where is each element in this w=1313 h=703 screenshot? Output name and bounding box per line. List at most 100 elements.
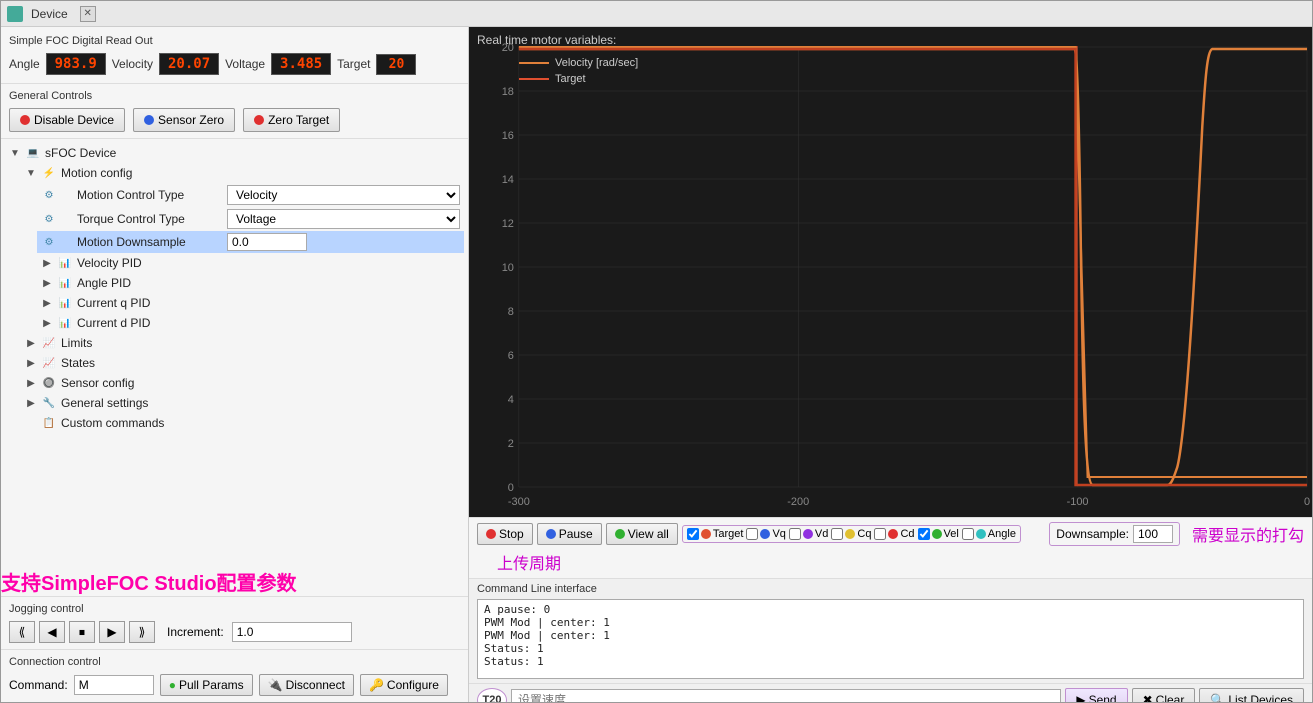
view-all-button[interactable]: View all bbox=[606, 523, 678, 545]
configure-button[interactable]: 🔑 Configure bbox=[360, 674, 448, 696]
states-label: States bbox=[61, 356, 95, 370]
cb-target-item[interactable]: Target bbox=[687, 528, 744, 540]
svg-text:6: 6 bbox=[508, 350, 514, 362]
target-checkbox[interactable] bbox=[687, 528, 699, 540]
left-panel: Simple FOC Digital Read Out Angle 983.9 … bbox=[1, 27, 469, 702]
clear-button[interactable]: ✖ Clear bbox=[1132, 688, 1196, 702]
disable-icon bbox=[20, 115, 30, 125]
torque-control-type-row: ⚙ Torque Control Type Voltage DC Current… bbox=[37, 207, 464, 231]
tree-item-current-d-pid[interactable]: ▶ 📊 Current d PID bbox=[37, 313, 464, 333]
disable-device-button[interactable]: Disable Device bbox=[9, 108, 125, 132]
zero-target-button[interactable]: Zero Target bbox=[243, 108, 340, 132]
vd-checkbox[interactable] bbox=[789, 528, 801, 540]
tree-item-velocity-pid[interactable]: ▶ 📊 Velocity PID bbox=[37, 253, 464, 273]
svg-text:16: 16 bbox=[502, 130, 514, 142]
checkbox-group: Target Vq Vd Cq bbox=[682, 525, 1021, 543]
expand-general-icon: ▶ bbox=[25, 397, 37, 409]
close-button[interactable]: ✕ bbox=[80, 6, 96, 22]
motion-downsample-value-container[interactable]: 0.0 bbox=[227, 233, 460, 251]
states-icon: 📈 bbox=[41, 355, 57, 371]
stop-icon bbox=[486, 529, 496, 539]
tree-view: ▼ 💻 sFOC Device ▼ ⚡ Motion config bbox=[1, 139, 468, 556]
view-all-label: View all bbox=[628, 527, 669, 541]
pause-button[interactable]: Pause bbox=[537, 523, 602, 545]
cb-cd-item[interactable]: Cd bbox=[874, 528, 914, 540]
cd-checkbox[interactable] bbox=[874, 528, 886, 540]
downsample-label: Downsample: bbox=[1056, 527, 1129, 541]
torque-control-value[interactable]: Voltage DC Current FOC Current bbox=[227, 209, 460, 229]
vel-checkbox[interactable] bbox=[918, 528, 930, 540]
svg-text:0: 0 bbox=[1304, 496, 1310, 508]
chart-controls: Stop Pause View all Target bbox=[469, 517, 1312, 579]
clear-label: Clear bbox=[1156, 693, 1185, 702]
motion-downsample-input[interactable]: 0.0 bbox=[227, 233, 307, 251]
tree-item-sensor-config[interactable]: ▶ 🔘 Sensor config bbox=[21, 373, 464, 393]
vd-checkbox-label[interactable]: Vd bbox=[815, 528, 828, 540]
window-title: Device bbox=[31, 7, 68, 21]
angle-checkbox-label[interactable]: Angle bbox=[988, 528, 1016, 540]
jog-stop-button[interactable]: ⏹ bbox=[69, 621, 95, 643]
sensor-config-label: Sensor config bbox=[61, 376, 134, 390]
pull-params-button[interactable]: ● Pull Params bbox=[160, 674, 253, 696]
command-input[interactable] bbox=[74, 675, 154, 695]
jog-next-button[interactable]: ▶ bbox=[99, 621, 125, 643]
voltage-value: 3.485 bbox=[271, 53, 331, 75]
angle-checkbox[interactable] bbox=[962, 528, 974, 540]
torque-control-select[interactable]: Voltage DC Current FOC Current bbox=[227, 209, 460, 229]
downsample-input[interactable]: 100 bbox=[1133, 525, 1173, 543]
vel-checkbox-label[interactable]: Vel bbox=[944, 528, 959, 540]
right-panel: Real time motor variables: Velocity [rad… bbox=[469, 27, 1312, 702]
vq-checkbox-label[interactable]: Vq bbox=[772, 528, 785, 540]
current-d-pid-icon: 📊 bbox=[57, 315, 73, 331]
cq-checkbox-label[interactable]: Cq bbox=[857, 528, 871, 540]
tree-item-general-settings[interactable]: ▶ 🔧 General settings bbox=[21, 393, 464, 413]
cb-angle-item[interactable]: Angle bbox=[962, 528, 1016, 540]
tree-item-sfoc-device[interactable]: ▼ 💻 sFOC Device bbox=[5, 143, 464, 163]
vq-checkbox[interactable] bbox=[746, 528, 758, 540]
motion-control-type-select[interactable]: Velocity Angle Torque bbox=[227, 185, 460, 205]
disconnect-icon: 🔌 bbox=[268, 678, 283, 692]
target-checkbox-label[interactable]: Target bbox=[713, 528, 744, 540]
expand-sensor-icon: ▶ bbox=[25, 377, 37, 389]
expand-current-q-icon: ▶ bbox=[41, 297, 53, 309]
tree-item-custom-commands[interactable]: ▶ 📋 Custom commands bbox=[21, 413, 464, 433]
cd-checkbox-label[interactable]: Cd bbox=[900, 528, 914, 540]
controls-buttons: Disable Device Sensor Zero Zero Target bbox=[9, 108, 460, 132]
cli-section: Command Line interface A pause: 0 PWM Mo… bbox=[469, 579, 1312, 683]
list-devices-button[interactable]: 🔍 List Devices bbox=[1199, 688, 1304, 702]
cb-vd-item[interactable]: Vd bbox=[789, 528, 828, 540]
tree-item-current-q-pid[interactable]: ▶ 📊 Current q PID bbox=[37, 293, 464, 313]
connection-row: Command: ● Pull Params 🔌 Disconnect 🔑 Co… bbox=[9, 674, 460, 696]
cb-vq-item[interactable]: Vq bbox=[746, 528, 785, 540]
cli-line-1: A pause: 0 bbox=[484, 603, 1297, 616]
jogging-section: Jogging control ⟪ ◀ ⏹ ▶ ⟫ Increment: 1.0 bbox=[1, 596, 468, 649]
tree-item-states[interactable]: ▶ 📈 States bbox=[21, 353, 464, 373]
sensor-zero-button[interactable]: Sensor Zero bbox=[133, 108, 235, 132]
tree-item-angle-pid[interactable]: ▶ 📊 Angle PID bbox=[37, 273, 464, 293]
svg-text:4: 4 bbox=[508, 394, 514, 406]
cli-line-5: Status: 1 bbox=[484, 655, 1297, 668]
cb-vel-item[interactable]: Vel bbox=[918, 528, 959, 540]
cli-output[interactable]: A pause: 0 PWM Mod | center: 1 PWM Mod |… bbox=[477, 599, 1304, 679]
clear-icon: ✖ bbox=[1143, 693, 1153, 702]
stop-button[interactable]: Stop bbox=[477, 523, 533, 545]
tree-item-motion-config[interactable]: ▼ ⚡ Motion config bbox=[21, 163, 464, 183]
expand-velocity-icon: ▶ bbox=[41, 257, 53, 269]
cq-checkbox[interactable] bbox=[831, 528, 843, 540]
disable-label: Disable Device bbox=[34, 113, 114, 127]
downsample-group: Downsample: 100 bbox=[1049, 522, 1180, 546]
motion-control-type-value[interactable]: Velocity Angle Torque bbox=[227, 185, 460, 205]
angle-pid-label: Angle PID bbox=[77, 276, 131, 290]
tree-item-limits[interactable]: ▶ 📈 Limits bbox=[21, 333, 464, 353]
send-button[interactable]: ▶ Send bbox=[1065, 688, 1127, 702]
jog-prev-button[interactable]: ◀ bbox=[39, 621, 65, 643]
disconnect-button[interactable]: 🔌 Disconnect bbox=[259, 674, 354, 696]
chart-svg: 0 2 4 6 8 10 12 14 16 18 20 bbox=[469, 27, 1312, 517]
increment-input[interactable]: 1.0 bbox=[232, 622, 352, 642]
angle-color-dot bbox=[976, 529, 986, 539]
jog-first-button[interactable]: ⟪ bbox=[9, 621, 35, 643]
jog-last-button[interactable]: ⟫ bbox=[129, 621, 155, 643]
cb-cq-item[interactable]: Cq bbox=[831, 528, 871, 540]
connection-title: Connection control bbox=[9, 656, 460, 668]
command-text-input[interactable] bbox=[511, 689, 1061, 702]
